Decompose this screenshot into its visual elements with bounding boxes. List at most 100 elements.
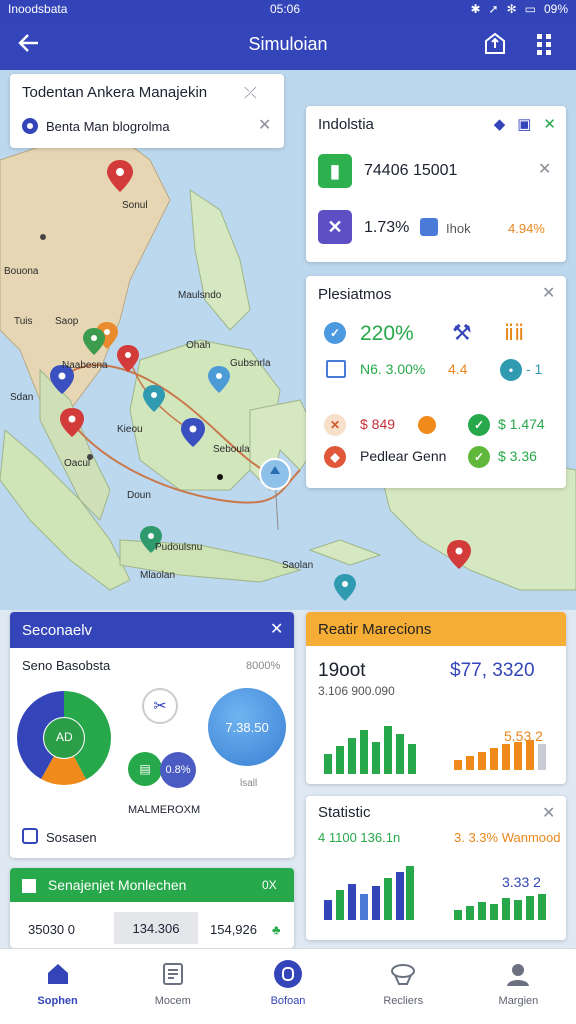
map-label: Mlaolan bbox=[140, 570, 176, 581]
map-label: Tuis bbox=[14, 316, 33, 327]
close-icon[interactable]: ✕ bbox=[258, 118, 271, 134]
circle-label: lsall bbox=[240, 778, 258, 789]
plan-big-percent: 220% bbox=[360, 322, 414, 345]
map-point-black bbox=[217, 474, 223, 480]
progress-circle: 7.38.50 bbox=[208, 688, 286, 766]
location-icon: ◆ bbox=[324, 446, 346, 468]
nav-item-center[interactable]: Bofoan bbox=[230, 949, 345, 1024]
map-label: Kieou bbox=[117, 424, 143, 435]
realtime-bar-chart-left bbox=[324, 726, 416, 774]
plan-row3-right: $ 1.474 bbox=[498, 416, 545, 432]
map-label: Seboula bbox=[213, 444, 250, 455]
search-title: Todentan Ankera Manajekin bbox=[22, 84, 208, 101]
leaf-icon: ♣ bbox=[272, 922, 281, 937]
green-card-badge[interactable]: 0X bbox=[262, 878, 277, 892]
signal-icon: ➚ bbox=[488, 2, 499, 16]
map-point-city-1 bbox=[40, 234, 46, 240]
industry-title: Indolstia bbox=[318, 116, 374, 133]
folder-icon bbox=[22, 828, 38, 844]
industry-row2-label: Ihok bbox=[446, 221, 471, 236]
close-icon[interactable]: ✕ bbox=[270, 622, 283, 638]
status-dot bbox=[418, 416, 436, 434]
plan-row2-right: - 1 bbox=[526, 361, 543, 377]
list-icon bbox=[326, 360, 346, 378]
nav-label: Recliers bbox=[383, 995, 424, 1007]
plan-row4-right: $ 3.36 bbox=[498, 448, 537, 464]
industry-card: Indolstia ◆ ▣ ✕ ▮ 74406 15001 ✕ ✕ 1.73% … bbox=[306, 106, 566, 262]
map-label: Saolan bbox=[282, 560, 314, 571]
green-card-title: Senajenjet Monlechen bbox=[47, 877, 187, 893]
map-label: Oacul bbox=[64, 458, 91, 469]
shield-icon[interactable]: ◆ bbox=[494, 115, 506, 133]
battery-icon: ▭ bbox=[524, 2, 536, 16]
map-label: Ohah bbox=[186, 340, 211, 351]
plan-title: Plesiatmos bbox=[318, 286, 392, 303]
realtime-bar-chart-right bbox=[454, 740, 546, 770]
close-icon[interactable]: ✕ bbox=[542, 286, 555, 302]
percent-badge-value: 0.8% bbox=[165, 764, 191, 776]
status-time: 05:06 bbox=[270, 2, 301, 16]
realtime-title: Reatir Marecions bbox=[318, 621, 432, 638]
swap-icon: ✕ bbox=[318, 210, 352, 244]
close-icon[interactable]: ✕ bbox=[543, 115, 556, 133]
more-options-icon[interactable] bbox=[534, 31, 554, 57]
secondary-subtitle: Seno Basobsta bbox=[22, 658, 111, 673]
map-label: Sonul bbox=[122, 200, 148, 211]
search-card: Todentan Ankera Manajekin ⤫ Benta Man bl… bbox=[10, 74, 284, 148]
close-icon[interactable]: ✕ bbox=[542, 806, 555, 822]
tag-icon: ✕ bbox=[324, 414, 346, 436]
leaf-icon: ✓ bbox=[468, 446, 490, 468]
map-pin-selected bbox=[259, 458, 291, 490]
secondary-footer[interactable]: Sosasen bbox=[46, 830, 97, 845]
plan-row3-value: $ 849 bbox=[360, 416, 396, 432]
app-bar: Simuloian bbox=[0, 18, 576, 70]
map-label: Pudoulsnu bbox=[155, 542, 203, 553]
map-label: Gubsnrla bbox=[230, 358, 271, 369]
realtime-card: Reatir Marecions 19oot 3.106 900.090 $77… bbox=[306, 612, 566, 784]
share-icon[interactable] bbox=[482, 30, 508, 56]
hat-icon bbox=[388, 959, 418, 989]
plan-row2-value: N6. 3.00% bbox=[360, 361, 426, 377]
secondary-subtitle-right: 8000% bbox=[246, 660, 281, 672]
circle-icon bbox=[273, 959, 303, 989]
carrier-name: Inoodsbata bbox=[8, 2, 68, 16]
nav-item-profile[interactable]: Margien bbox=[461, 949, 576, 1024]
secondary-card: Seconaelv ✕ Seno Basobsta 8000% AD ✂ ▤ 0… bbox=[10, 612, 294, 858]
map-label: Naabesna bbox=[62, 360, 108, 371]
nav-item-home[interactable]: Sophen bbox=[0, 949, 115, 1024]
map-label: Doun bbox=[127, 490, 151, 501]
map-label: Maulsndo bbox=[178, 290, 222, 301]
realtime-big-value: 19oot bbox=[318, 660, 366, 681]
map-label: Sdan bbox=[10, 392, 34, 403]
nav-item-list[interactable]: Mocem bbox=[115, 949, 230, 1024]
industry-row2-right: 4.94% bbox=[508, 221, 545, 236]
secondary-title: Seconaelv bbox=[22, 622, 93, 639]
close-icon[interactable]: ✕ bbox=[538, 162, 551, 178]
chart-icon: ▮ bbox=[318, 154, 352, 188]
statistic-value-right: 3. 3.3% Wanmood bbox=[454, 830, 561, 845]
map-pin-teal-3 bbox=[334, 574, 356, 601]
land-lesser-islands bbox=[308, 539, 382, 566]
percent-badge: 0.8% bbox=[160, 752, 196, 788]
document-icon[interactable]: ▣ bbox=[517, 115, 531, 133]
chart-badge-icon: ▤ bbox=[128, 752, 162, 786]
statistic-bar-chart-right bbox=[454, 894, 546, 920]
green-card-value3: 154,926 bbox=[210, 922, 257, 937]
check-circle-icon: ✓ bbox=[468, 414, 490, 436]
statistic-bar-chart-left bbox=[324, 866, 414, 920]
nav-label: Sophen bbox=[37, 995, 78, 1007]
tools-icon: ⚒ bbox=[452, 320, 472, 345]
person-icon bbox=[503, 959, 533, 989]
green-card-value2: 134.306 bbox=[132, 920, 180, 936]
realtime-price: $77, 3320 bbox=[450, 660, 535, 681]
location-icon bbox=[22, 118, 38, 134]
circle-value: 7.38.50 bbox=[225, 719, 269, 735]
statistic-card: Statistic ✕ 4 1100 136.1n 3. 3.3% Wanmoo… bbox=[306, 796, 566, 940]
statistic-chart-value: 3.33 2 bbox=[502, 874, 541, 890]
industry-row2-percent: 1.73% bbox=[364, 219, 410, 236]
nav-item-recliers[interactable]: Recliers bbox=[346, 949, 461, 1024]
status-bar: Inoodsbata 05:06 ✱ ➚ ✻ ▭ 09% bbox=[0, 0, 576, 18]
plan-row2-mid: 4.4 bbox=[448, 361, 468, 377]
wifi-icon: ✻ bbox=[506, 2, 517, 16]
pin-icon[interactable]: ⤫ bbox=[244, 86, 257, 102]
